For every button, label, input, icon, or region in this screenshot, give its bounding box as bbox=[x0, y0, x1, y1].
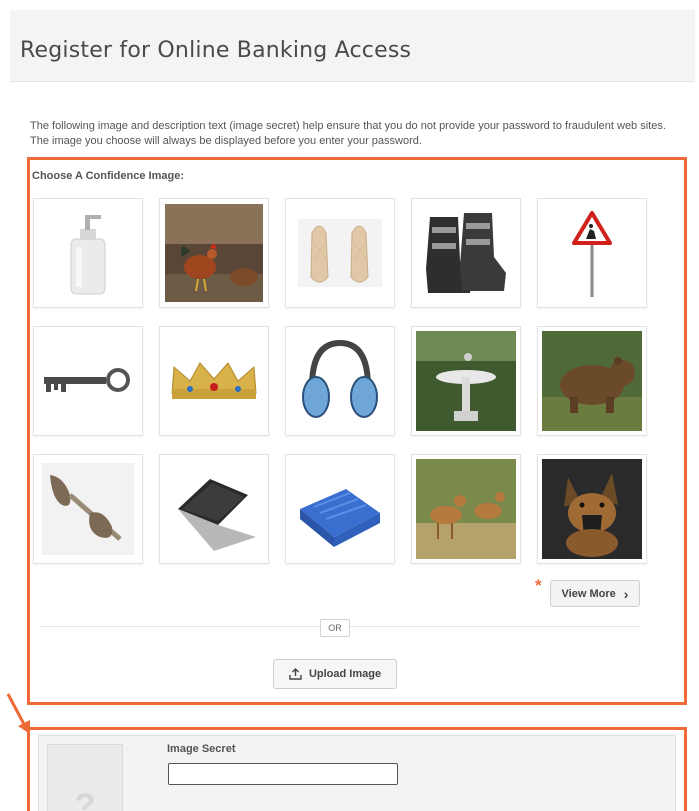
confidence-image-panel: Choose A Confidence Image: * View More ›… bbox=[27, 157, 687, 705]
confidence-image-fountain[interactable] bbox=[411, 326, 521, 436]
ski-boots-icon bbox=[426, 213, 506, 293]
crown-icon bbox=[171, 362, 257, 399]
key-icon bbox=[44, 368, 130, 392]
required-asterisk: * bbox=[535, 576, 542, 595]
page-header: Register for Online Banking Access bbox=[10, 10, 695, 82]
earmuffs-icon bbox=[302, 339, 378, 418]
description-text: The following image and description text… bbox=[30, 120, 666, 147]
confidence-image-ballet-shoes[interactable] bbox=[285, 198, 395, 308]
confidence-image-ski-boots[interactable] bbox=[411, 198, 521, 308]
confidence-image-label: Choose A Confidence Image: bbox=[32, 170, 184, 182]
confidence-image-sunglasses[interactable] bbox=[33, 454, 143, 564]
page-title: Register for Online Banking Access bbox=[20, 38, 412, 63]
question-mark-icon: ? bbox=[74, 787, 96, 811]
annotation-arrow-icon bbox=[6, 693, 30, 734]
confidence-image-crown[interactable] bbox=[159, 326, 269, 436]
confidence-image-ice-pack[interactable] bbox=[285, 454, 395, 564]
soap-dispenser-icon bbox=[70, 215, 106, 295]
or-separator: OR bbox=[320, 619, 350, 637]
fountain-icon bbox=[416, 331, 516, 431]
upload-icon bbox=[289, 668, 302, 680]
confidence-image-key[interactable] bbox=[33, 326, 143, 436]
dog-icon bbox=[542, 459, 642, 559]
confidence-image-road-sign[interactable] bbox=[537, 198, 647, 308]
confidence-image-dog[interactable] bbox=[537, 454, 647, 564]
bear-icon bbox=[542, 331, 642, 431]
image-secret-label: Image Secret bbox=[167, 743, 236, 755]
sunglasses-icon bbox=[42, 463, 134, 555]
chevron-right-icon: › bbox=[623, 585, 629, 602]
page: Register for Online Banking Access The f… bbox=[0, 0, 699, 811]
confidence-image-earmuffs[interactable] bbox=[285, 326, 395, 436]
view-more-label: View More bbox=[561, 587, 616, 600]
confidence-image-deer[interactable] bbox=[411, 454, 521, 564]
confidence-image-rooster[interactable] bbox=[159, 198, 269, 308]
image-secret-panel: ? Image Secret bbox=[27, 727, 687, 811]
road-sign-icon bbox=[572, 211, 612, 297]
confidence-image-laptop[interactable] bbox=[159, 454, 269, 564]
deer-icon bbox=[416, 459, 516, 559]
selected-image-placeholder: ? bbox=[47, 744, 123, 811]
upload-image-button[interactable]: Upload Image bbox=[273, 659, 397, 689]
view-more-button[interactable]: View More › bbox=[550, 580, 640, 607]
ice-pack-icon bbox=[300, 489, 380, 547]
image-secret-container: ? Image Secret bbox=[38, 735, 676, 811]
confidence-image-soap[interactable] bbox=[33, 198, 143, 308]
image-secret-input[interactable] bbox=[168, 763, 398, 785]
upload-image-label: Upload Image bbox=[308, 668, 382, 680]
ballet-shoes-icon bbox=[298, 219, 382, 287]
laptop-icon bbox=[178, 479, 256, 551]
rooster-icon bbox=[165, 204, 263, 302]
confidence-image-bear[interactable] bbox=[537, 326, 647, 436]
